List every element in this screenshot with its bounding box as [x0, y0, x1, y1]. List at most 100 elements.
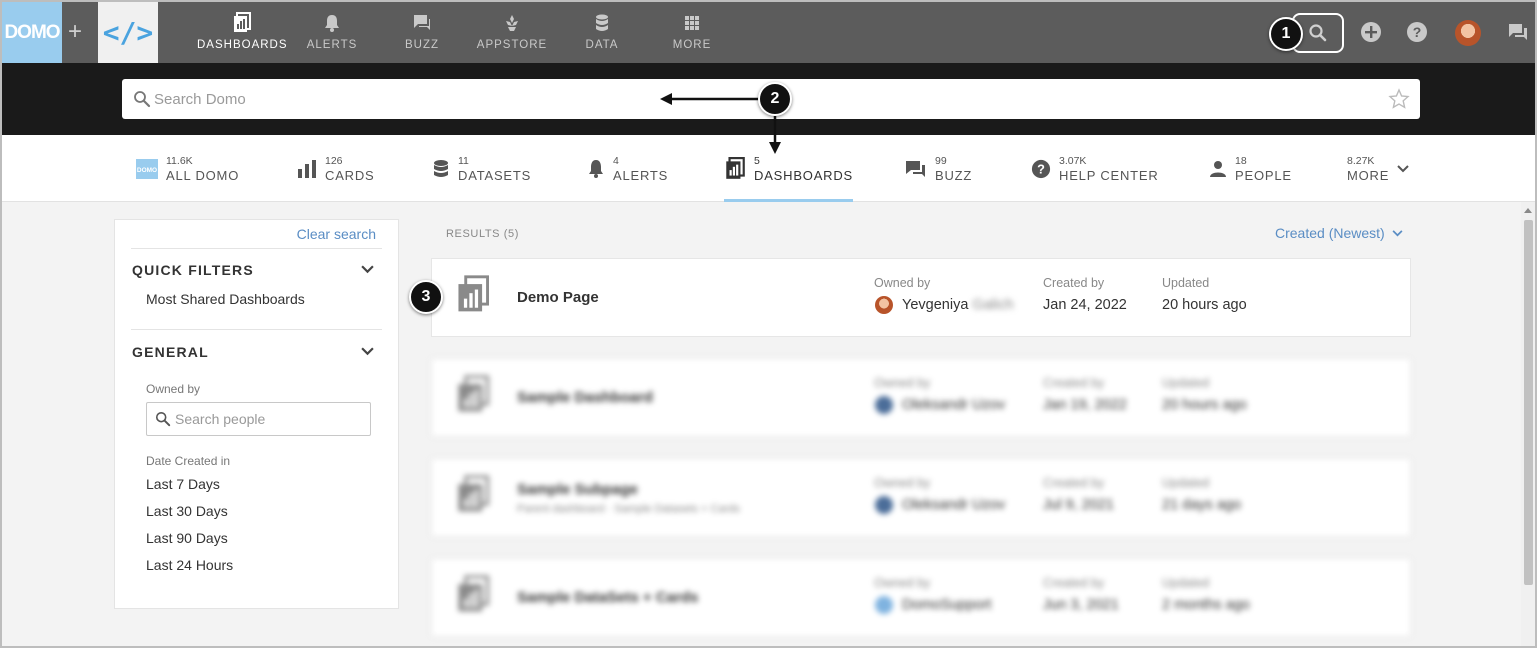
tab-buzz[interactable]: 99 BUZZ — [905, 135, 972, 202]
dashboard-icon — [458, 275, 489, 312]
tab-count: 5 — [754, 154, 760, 167]
chevron-down-icon[interactable] — [361, 265, 374, 274]
sort-dropdown[interactable]: Created (Newest) — [1275, 225, 1403, 241]
nav-dashboards[interactable]: DASHBOARDS — [197, 12, 287, 51]
updated-header: Updated — [1162, 376, 1210, 390]
owner-last-name: Uzov — [972, 397, 1006, 413]
results-count: RESULTS (5) — [446, 228, 520, 240]
result-card[interactable]: Sample DataSets + Cards Owned by Created… — [431, 558, 1411, 637]
result-title[interactable]: Sample Dashboard — [517, 389, 653, 406]
result-title[interactable]: Sample Subpage — [517, 481, 638, 498]
nav-buzz[interactable]: BUZZ — [377, 12, 467, 51]
nav-alerts[interactable]: ALERTS — [287, 12, 377, 51]
updated-date: 20 hours ago — [1162, 297, 1247, 313]
tab-cards[interactable]: 126 CARDS — [297, 135, 375, 202]
owner-first-name: Yevgeniya — [902, 297, 969, 313]
clear-search-link[interactable]: Clear search — [297, 226, 376, 242]
created-by-header: Created by — [1043, 276, 1105, 290]
tab-more[interactable]: 8.27K MORE — [1347, 135, 1409, 202]
owner-avatar — [875, 296, 893, 314]
owner-name[interactable]: Oleksandr Uzov — [902, 497, 1005, 513]
divider — [131, 248, 382, 249]
tab-all-domo[interactable]: DOMO 11.6K ALL DOMO — [136, 135, 239, 202]
code-logo-text: </> — [102, 16, 154, 49]
add-icon[interactable] — [1360, 21, 1382, 43]
updated-date: 2 months ago — [1162, 597, 1250, 613]
user-avatar[interactable] — [1455, 20, 1481, 46]
nav-dashboards-label: DASHBOARDS — [197, 39, 288, 51]
date-option-last-30-days[interactable]: Last 30 Days — [146, 503, 228, 519]
top-navigation: DOMO + </> DASHBOARDS ALERTS BUZZ APPSTO… — [2, 2, 1535, 63]
filter-most-shared[interactable]: Most Shared Dashboards — [146, 291, 305, 307]
date-option-last-90-days[interactable]: Last 90 Days — [146, 530, 228, 546]
tab-count: 11 — [458, 154, 469, 167]
search-icon — [155, 411, 171, 427]
nav-appstore[interactable]: APPSTORE — [467, 12, 557, 51]
svg-text:DOMO: DOMO — [137, 167, 157, 174]
people-search-input[interactable] — [175, 403, 365, 435]
domo-logo-icon: DOMO — [136, 158, 158, 179]
scroll-thumb[interactable] — [1524, 220, 1533, 585]
nav-appstore-label: APPSTORE — [476, 39, 548, 51]
people-search-box — [146, 402, 371, 436]
page-scrollbar[interactable] — [1521, 202, 1535, 646]
result-title[interactable]: Demo Page — [517, 289, 599, 306]
database-icon — [434, 159, 448, 177]
chevron-down-icon[interactable] — [361, 347, 374, 356]
chevron-down-icon — [1392, 229, 1403, 236]
updated-header: Updated — [1162, 276, 1210, 290]
tab-count: 8.27K — [1347, 154, 1375, 167]
nav-data[interactable]: DATA — [557, 12, 647, 51]
dashboard-icon — [458, 575, 489, 612]
owner-avatar — [875, 396, 893, 414]
owner-avatar — [875, 596, 893, 614]
date-option-last-7-days[interactable]: Last 7 Days — [146, 476, 220, 492]
grid-icon — [685, 16, 699, 30]
nav-data-label: DATA — [585, 39, 619, 51]
owner-name[interactable]: Yevgeniya Galich — [902, 297, 1014, 313]
owner-first-name: DomoSupport — [902, 597, 992, 613]
owner-last-name: Uzov — [972, 497, 1006, 513]
tab-count: 3.07K — [1059, 154, 1087, 167]
general-title: GENERAL — [132, 344, 209, 360]
code-logo[interactable]: </> — [98, 2, 158, 63]
result-title[interactable]: Sample DataSets + Cards — [517, 589, 698, 606]
bar-chart-icon — [298, 159, 316, 178]
tab-people[interactable]: 18 PEOPLE — [1209, 135, 1292, 202]
updated-date: 21 days ago — [1162, 497, 1242, 513]
sort-label: Created (Newest) — [1275, 225, 1385, 241]
tab-label: HELP CENTER — [1059, 167, 1159, 183]
chat-icon[interactable] — [1507, 21, 1529, 43]
result-card[interactable]: Sample Dashboard Owned by Created by Upd… — [431, 358, 1411, 437]
result-card[interactable]: Sample Subpage Parent dashboard · Sample… — [431, 458, 1411, 537]
owner-last-name: Galich — [972, 297, 1014, 313]
scroll-up-arrow[interactable] — [1524, 208, 1532, 213]
owner-name[interactable]: DomoSupport — [902, 597, 991, 613]
tab-datasets[interactable]: 11 DATASETS — [432, 135, 531, 202]
tab-alerts[interactable]: 4 ALERTS — [587, 135, 668, 202]
date-option-last-24-hours[interactable]: Last 24 Hours — [146, 557, 233, 573]
chat-icon — [414, 15, 430, 30]
person-icon — [1210, 160, 1226, 177]
callout-3: 3 — [409, 280, 443, 314]
domo-logo[interactable]: DOMO — [2, 2, 62, 63]
tab-label: DATASETS — [458, 167, 532, 183]
chat-icon — [906, 160, 925, 177]
svg-text:?: ? — [1413, 24, 1422, 40]
dashboard-icon — [458, 475, 489, 512]
dashboard-icon — [234, 12, 251, 32]
tab-dashboards[interactable]: 5 DASHBOARDS — [724, 135, 854, 202]
star-icon[interactable] — [1388, 88, 1410, 110]
owned-by-header: Owned by — [874, 376, 931, 390]
help-icon[interactable]: ? — [1406, 21, 1428, 43]
svg-text:?: ? — [1037, 161, 1045, 176]
result-card[interactable]: Demo Page Owned by Created by Updated Ye… — [431, 258, 1411, 337]
tab-label: ALERTS — [613, 167, 669, 183]
tab-help-center[interactable]: ? 3.07K HELP CENTER — [1031, 135, 1159, 202]
created-date: Jan 19, 2022 — [1043, 397, 1127, 413]
nav-buzz-label: BUZZ — [404, 39, 440, 51]
owner-name[interactable]: Oleksandr Uzov — [902, 397, 1005, 413]
created-by-header: Created by — [1043, 476, 1105, 490]
nav-more[interactable]: MORE — [647, 12, 737, 51]
app-window: DOMO + </> DASHBOARDS ALERTS BUZZ APPSTO… — [0, 0, 1537, 648]
